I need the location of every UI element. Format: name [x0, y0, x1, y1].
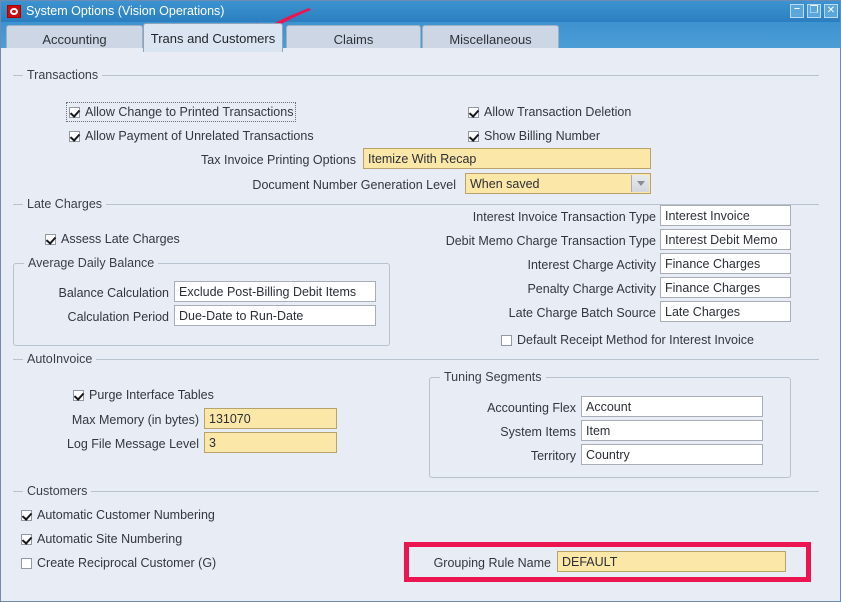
label-calculation-period: Calculation Period	[67, 310, 169, 324]
field-value: When saved	[470, 176, 540, 191]
label-interest-charge-activity: Interest Charge Activity	[527, 258, 656, 272]
autoinvoice-group-label: AutoInvoice	[23, 352, 97, 366]
tab-label: Miscellaneous	[449, 31, 532, 47]
tab-trans-and-customers[interactable]: Trans and Customers	[143, 23, 283, 52]
tab-label: Accounting	[42, 31, 107, 47]
tuning-segments-group-label: Tuning Segments	[440, 370, 546, 384]
field-late-charge-batch-source[interactable]: Late Charges	[660, 301, 791, 322]
customers-group: Customers	[13, 484, 819, 498]
checkbox-label: Default Receipt Method for Interest Invo…	[517, 333, 754, 347]
close-button[interactable]: ✕	[824, 4, 838, 18]
minimize-button[interactable]: –	[790, 1, 804, 18]
customers-group-label: Customers	[23, 484, 92, 498]
tab-strip: Accounting Trans and Customers Claims Mi…	[1, 22, 840, 52]
field-log-file-message-level[interactable]: 3	[204, 432, 337, 453]
late-charges-group-label: Late Charges	[23, 197, 107, 211]
label-debit-memo-charge-transaction-type: Debit Memo Charge Transaction Type	[445, 234, 656, 248]
field-max-memory[interactable]: 131070	[204, 408, 337, 429]
field-interest-charge-activity[interactable]: Finance Charges	[660, 253, 791, 274]
field-interest-invoice-transaction-type[interactable]: Interest Invoice	[660, 205, 791, 226]
minimize-icon: –	[793, 1, 801, 16]
checkbox-assess-late-charges[interactable]: Assess Late Charges	[45, 232, 180, 246]
label-log-file-message-level: Log File Message Level	[66, 437, 199, 451]
field-document-number-generation-level[interactable]: When saved	[465, 173, 651, 194]
checkbox-box	[468, 106, 479, 118]
checkbox-label: Purge Interface Tables	[89, 388, 214, 402]
window-controls: – ❐ ✕	[790, 1, 838, 18]
label-max-memory: Max Memory (in bytes)	[71, 413, 199, 427]
window-title: System Options (Vision Operations)	[26, 4, 225, 18]
checkbox-label: Automatic Customer Numbering	[37, 508, 215, 522]
field-tax-invoice-printing-options[interactable]: Itemize With Recap	[363, 148, 651, 169]
tab-label: Claims	[333, 31, 374, 47]
checkbox-label: Allow Transaction Deletion	[484, 105, 632, 119]
checkbox-box	[21, 509, 32, 521]
checkbox-box	[501, 334, 512, 346]
checkbox-label: Automatic Site Numbering	[37, 532, 183, 546]
chevron-down-icon[interactable]	[631, 175, 649, 192]
label-accounting-flex: Accounting Flex	[487, 401, 576, 415]
checkbox-show-billing-number[interactable]: Show Billing Number	[468, 129, 600, 143]
checkbox-automatic-customer-numbering[interactable]: Automatic Customer Numbering	[21, 508, 215, 522]
label-territory: Territory	[530, 449, 576, 463]
checkbox-purge-interface-tables[interactable]: Purge Interface Tables	[73, 388, 214, 402]
checkbox-box	[21, 533, 32, 545]
maximize-button[interactable]: ❐	[807, 4, 821, 18]
transactions-group: Transactions	[13, 68, 819, 82]
checkbox-box	[69, 106, 80, 118]
field-calculation-period[interactable]: Due-Date to Run-Date	[174, 305, 376, 326]
tab-label: Trans and Customers	[150, 30, 276, 46]
maximize-icon: ❐	[809, 5, 819, 16]
label-system-items: System Items	[500, 425, 576, 439]
field-penalty-charge-activity[interactable]: Finance Charges	[660, 277, 791, 298]
label-late-charge-batch-source: Late Charge Batch Source	[508, 306, 656, 320]
checkbox-automatic-site-numbering[interactable]: Automatic Site Numbering	[21, 532, 182, 546]
checkbox-label: Allow Payment of Unrelated Transactions	[85, 129, 314, 143]
field-accounting-flex[interactable]: Account	[581, 396, 763, 417]
field-balance-calculation[interactable]: Exclude Post-Billing Debit Items	[174, 281, 376, 302]
tab-miscellaneous[interactable]: Miscellaneous	[422, 25, 559, 52]
checkbox-allow-change-printed[interactable]: Allow Change to Printed Transactions	[65, 102, 297, 122]
label-tax-invoice-printing-options: Tax Invoice Printing Options	[201, 153, 356, 167]
label-document-number-generation-level: Document Number Generation Level	[252, 178, 456, 192]
checkbox-box	[73, 389, 84, 401]
checkbox-create-reciprocal-customer[interactable]: Create Reciprocal Customer (G)	[21, 556, 216, 570]
label-balance-calculation: Balance Calculation	[58, 286, 170, 300]
checkbox-box	[69, 130, 80, 142]
label-interest-invoice-transaction-type: Interest Invoice Transaction Type	[472, 210, 656, 224]
field-debit-memo-charge-transaction-type[interactable]: Interest Debit Memo	[660, 229, 791, 250]
oracle-logo-icon	[7, 5, 21, 18]
checkbox-label: Assess Late Charges	[61, 232, 180, 246]
checkbox-default-receipt-method[interactable]: Default Receipt Method for Interest Invo…	[501, 333, 754, 347]
system-options-window: System Options (Vision Operations) – ❐ ✕…	[0, 0, 841, 602]
label-penalty-charge-activity: Penalty Charge Activity	[527, 282, 656, 296]
checkbox-box	[468, 130, 479, 142]
checkbox-box	[45, 233, 56, 245]
red-highlight-box	[404, 542, 811, 582]
close-icon: ✕	[826, 5, 836, 16]
transactions-group-label: Transactions	[23, 68, 103, 82]
average-daily-balance-group-label: Average Daily Balance	[24, 256, 159, 270]
checkbox-box	[21, 557, 32, 569]
tab-accounting[interactable]: Accounting	[6, 25, 143, 52]
field-territory[interactable]: Country	[581, 444, 763, 465]
checkbox-label: Show Billing Number	[484, 129, 601, 143]
checkbox-allow-transaction-deletion[interactable]: Allow Transaction Deletion	[468, 105, 631, 119]
field-system-items[interactable]: Item	[581, 420, 763, 441]
checkbox-label: Allow Change to Printed Transactions	[85, 105, 294, 119]
title-bar: System Options (Vision Operations) – ❐ ✕	[1, 1, 840, 23]
checkbox-allow-payment-unrelated[interactable]: Allow Payment of Unrelated Transactions	[69, 129, 314, 143]
autoinvoice-group: AutoInvoice	[13, 352, 819, 366]
checkbox-label: Create Reciprocal Customer (G)	[37, 556, 217, 570]
